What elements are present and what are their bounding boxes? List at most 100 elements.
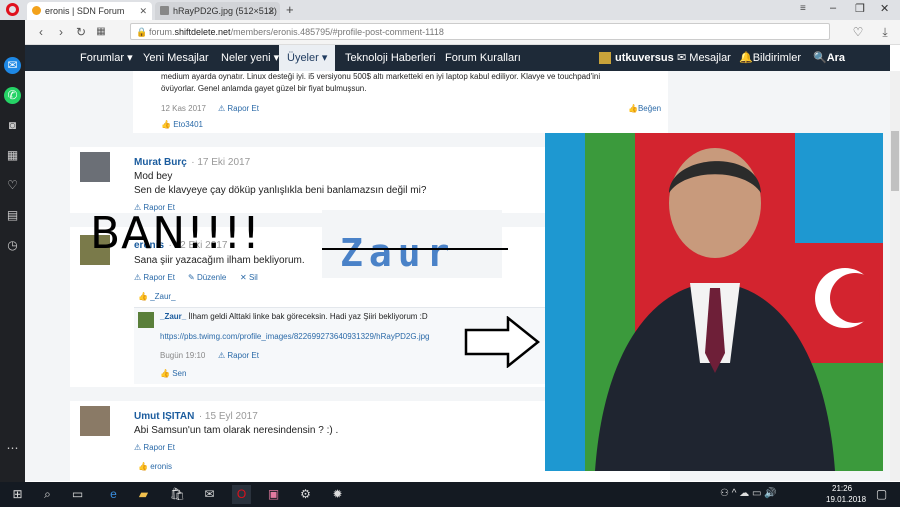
- windows-start-icon[interactable]: ⊞: [8, 485, 27, 504]
- download-icon[interactable]: ⤓: [877, 24, 893, 40]
- edit-link[interactable]: ✎ Düzenle: [188, 273, 226, 282]
- task-view-icon[interactable]: ▭: [68, 485, 87, 504]
- maximize-button[interactable]: ❐: [855, 2, 865, 15]
- messenger-icon[interactable]: ✉: [4, 57, 21, 74]
- heart-icon[interactable]: ♡: [850, 24, 866, 40]
- report-label: Rapor Et: [143, 443, 175, 452]
- bell-icon: 🔔: [739, 52, 753, 64]
- liker-link[interactable]: 👍 Eto3401: [161, 120, 203, 129]
- notifications-label: Bildirimler: [752, 52, 801, 64]
- history-icon[interactable]: ◷: [4, 237, 21, 254]
- strike-line: [322, 248, 508, 250]
- image-app-icon[interactable]: ▣: [264, 485, 283, 504]
- close-tab-icon[interactable]: ✕: [139, 2, 147, 20]
- opera-sidebar: ✉ ✆ ◙ ▦ ♡ ▤ ◷ ⋯: [0, 20, 25, 482]
- post-author[interactable]: Murat Burç: [134, 157, 187, 168]
- delete-link[interactable]: ✕ Sil: [240, 273, 258, 282]
- arrow-right-icon: [464, 316, 540, 368]
- settings-icon[interactable]: ✹: [328, 485, 347, 504]
- tab-forum[interactable]: eronis | SDN Forum ✕: [27, 2, 152, 20]
- comment-link[interactable]: https://pbs.twimg.com/profile_images/822…: [160, 332, 430, 341]
- nav-neler-yeni[interactable]: Neler yeni ▾: [221, 45, 279, 71]
- nav-teknoloji-haberleri[interactable]: Teknoloji Haberleri: [345, 45, 436, 71]
- news-icon[interactable]: ▤: [4, 207, 21, 224]
- search-icon[interactable]: ⌕: [38, 485, 57, 504]
- new-tab-button[interactable]: +: [286, 2, 294, 17]
- avatar[interactable]: [80, 152, 110, 182]
- file-explorer-icon[interactable]: ▰: [134, 485, 153, 504]
- image-favicon-icon: [160, 6, 169, 15]
- post-text-line2: Sen de klavyeye çay döküp yanlışlıkla be…: [134, 185, 427, 196]
- reload-icon[interactable]: ↻: [73, 24, 89, 40]
- mail-icon[interactable]: ✉: [200, 485, 219, 504]
- sidebar-more-icon[interactable]: ⋯: [4, 440, 21, 457]
- nav-forum-kurallari[interactable]: Forum Kuralları: [445, 45, 521, 71]
- nav-label: Neler yeni: [221, 52, 271, 64]
- windows-taskbar: ⊞ ⌕ ▭ e ▰ 🛍 ✉ O ▣ ⚙ ✹ ⚇ ^ ☁ ▭ 🔊 21:26 19…: [0, 482, 900, 507]
- forward-icon[interactable]: ›: [53, 24, 69, 40]
- camera-icon[interactable]: ◙: [4, 117, 21, 134]
- post-text-line1: Mod bey: [134, 171, 173, 182]
- edge-icon[interactable]: e: [104, 485, 123, 504]
- avatar[interactable]: [80, 406, 110, 436]
- messages-label: Mesajlar: [689, 52, 731, 64]
- tab-title: eronis | SDN Forum: [45, 6, 125, 16]
- report-label: Rapor Et: [143, 273, 175, 282]
- post-author[interactable]: Umut IŞITAN: [134, 411, 194, 422]
- nav-yeni-mesajlar[interactable]: Yeni Mesajlar: [143, 45, 209, 71]
- scrollbar-thumb[interactable]: [891, 131, 899, 191]
- url-prefix: forum.: [149, 27, 175, 37]
- report-link[interactable]: ⚠ Rapor Et: [218, 104, 259, 113]
- search-icon: 🔍: [813, 52, 827, 64]
- steam-icon[interactable]: ⚙: [296, 485, 315, 504]
- opera-taskbar-icon[interactable]: O: [232, 485, 251, 504]
- post-date: · 17 Eki 2017: [191, 157, 251, 168]
- notifications-link[interactable]: 🔔Bildirimler: [739, 45, 801, 71]
- nav-forumlar[interactable]: Forumlar ▾: [80, 45, 133, 71]
- close-tab-icon[interactable]: ✕: [267, 2, 275, 20]
- back-icon[interactable]: ‹: [33, 24, 49, 40]
- comment-body: _Zaur_ İlham geldi Alttaki linke bak gör…: [160, 312, 428, 321]
- post-header: Murat Burç · 17 Eki 2017: [134, 152, 250, 170]
- comment-author[interactable]: _Zaur_: [160, 312, 186, 321]
- comment-liker-link[interactable]: 👍 Sen: [160, 369, 186, 378]
- liker-link[interactable]: 👍 _Zaur_: [138, 292, 176, 301]
- messages-link[interactable]: ✉ Mesajlar: [677, 45, 731, 71]
- user-menu[interactable]: utkuversus: [615, 45, 674, 71]
- tray-icons[interactable]: ⚇ ^ ☁ ▭ 🔊: [720, 488, 777, 499]
- store-icon[interactable]: 🛍: [168, 485, 187, 504]
- page-scrollbar[interactable]: [890, 71, 900, 481]
- nav-uyeler[interactable]: Üyeler ▾: [279, 45, 336, 71]
- tab-menu-icon[interactable]: ≡: [800, 3, 806, 14]
- tab-image[interactable]: hRayPD2G.jpg (512×512) ✕: [155, 2, 280, 20]
- close-window-button[interactable]: ✕: [880, 2, 889, 15]
- report-link[interactable]: ⚠ Rapor Et: [134, 443, 175, 452]
- post-date: · 15 Eyl 2017: [198, 411, 258, 422]
- tabs-grid-icon[interactable]: ▦: [93, 24, 109, 40]
- liker-label: _Zaur_: [150, 292, 176, 301]
- user-avatar-icon[interactable]: [599, 52, 611, 64]
- nav-label: Üyeler: [287, 52, 319, 64]
- browser-tab-bar: eronis | SDN Forum ✕ hRayPD2G.jpg (512×5…: [0, 0, 900, 20]
- comment-report-link[interactable]: ⚠ Rapor Et: [218, 351, 259, 360]
- post-text: Abi Samsun'un tam olarak neresindensin ?…: [134, 425, 339, 436]
- address-toolbar: ‹ › ↻ ▦ 🔒 forum.shiftdelete.net/members/…: [25, 20, 900, 45]
- liker-label: Sen: [172, 369, 187, 378]
- speed-dial-icon[interactable]: ▦: [4, 147, 21, 164]
- report-link[interactable]: ⚠ Rapor Et: [134, 273, 175, 282]
- notification-center-icon[interactable]: ▢: [872, 485, 891, 504]
- comment-avatar[interactable]: [138, 312, 154, 328]
- opera-logo-icon[interactable]: [6, 3, 19, 16]
- whatsapp-icon[interactable]: ✆: [4, 87, 21, 104]
- clock-date[interactable]: 19.01.2018: [826, 495, 866, 504]
- president-portrait-photo: [545, 133, 883, 471]
- comment-text: İlham geldi Alttaki linke bak göreceksin…: [188, 312, 428, 321]
- clock-time[interactable]: 21:26: [832, 484, 852, 493]
- minimize-button[interactable]: –: [830, 2, 836, 14]
- like-link[interactable]: 👍Beğen: [628, 104, 661, 113]
- report-label: Rapor Et: [227, 104, 259, 113]
- url-field[interactable]: 🔒 forum.shiftdelete.net/members/eronis.4…: [130, 23, 830, 40]
- search-link[interactable]: 🔍Ara: [813, 45, 845, 71]
- bookmarks-heart-icon[interactable]: ♡: [4, 177, 21, 194]
- liker-link[interactable]: 👍 eronis: [138, 462, 172, 471]
